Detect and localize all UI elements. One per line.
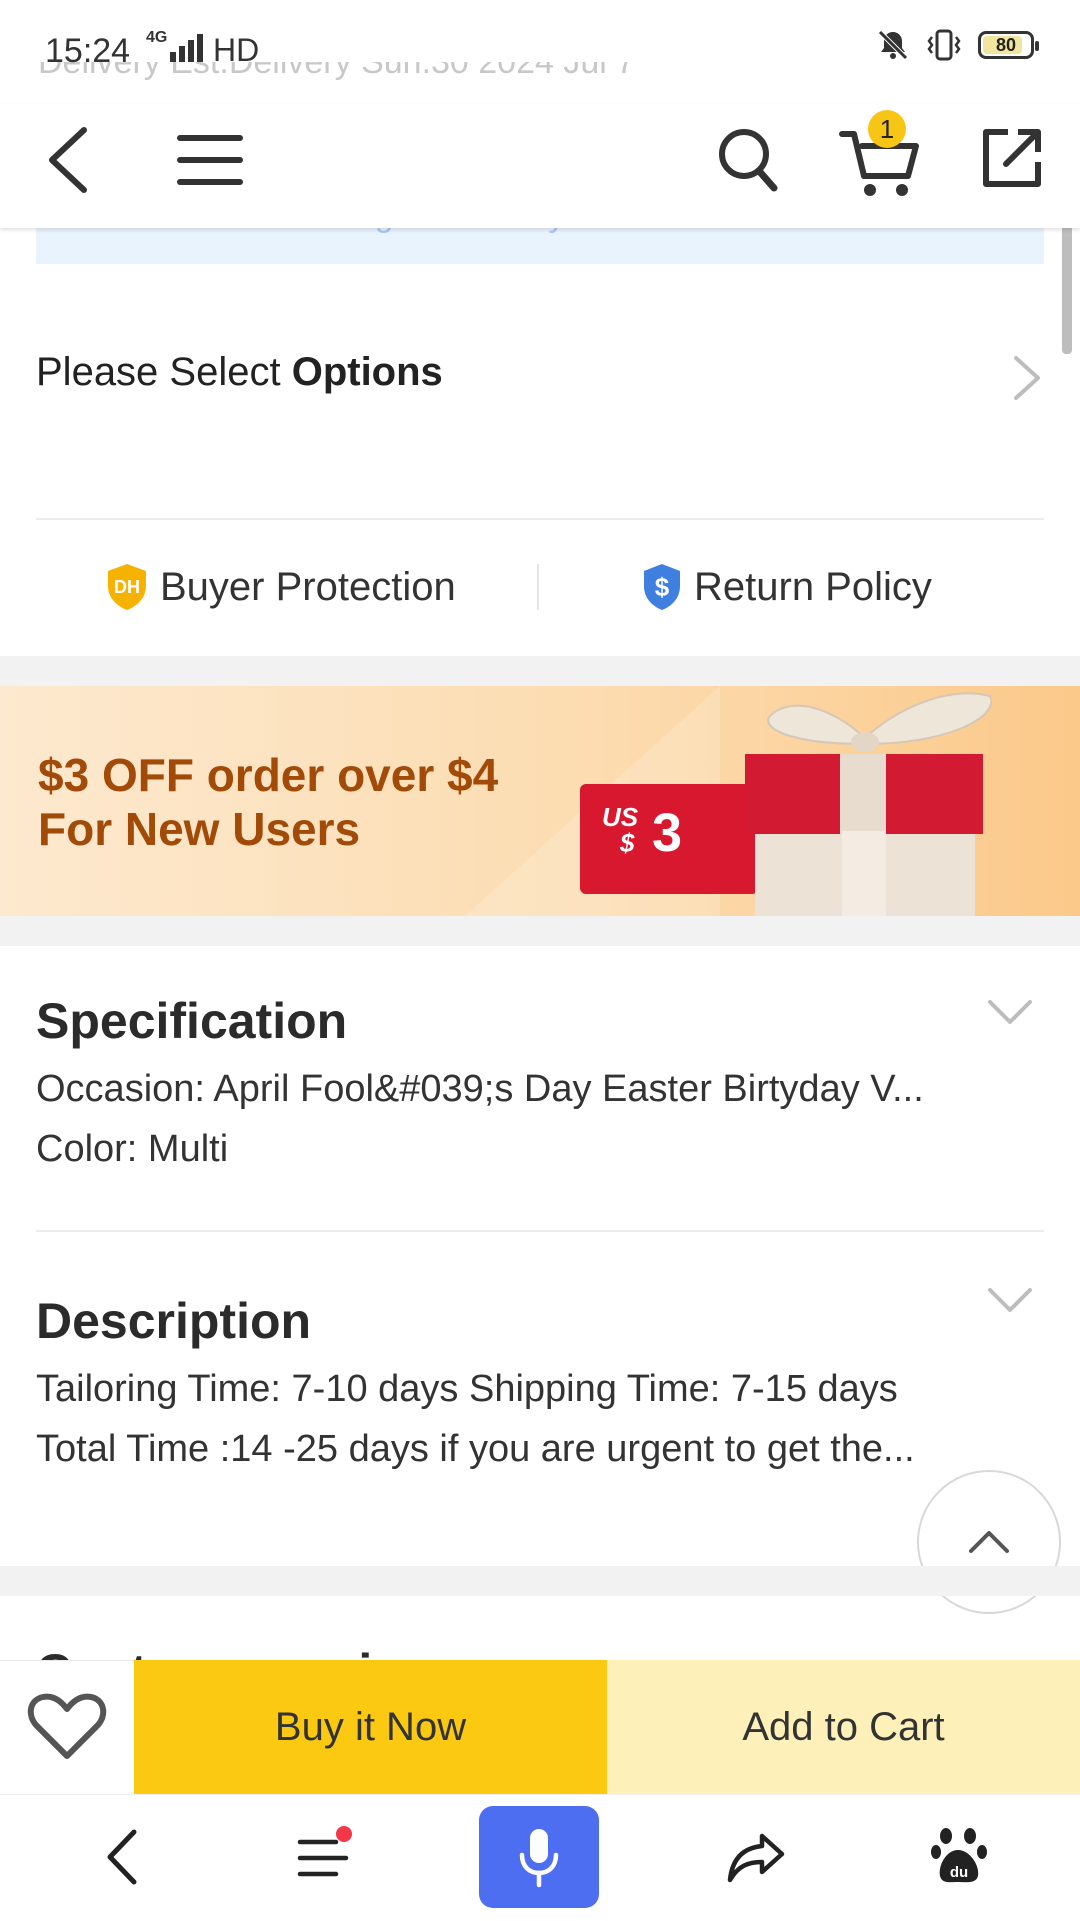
buyer-badge-text: DH — [114, 577, 140, 597]
network-type: 4G — [146, 29, 168, 46]
cart-count-badge: 1 — [868, 110, 906, 148]
baidu-paw-icon[interactable]: du — [930, 1826, 990, 1886]
return-policy-shield-icon: $ — [644, 564, 680, 610]
status-time: 15:24 — [45, 32, 131, 70]
description-line-1: Tailoring Time: 7-10 days Shipping Time:… — [36, 1368, 898, 1410]
coupon-amount: 3 — [652, 803, 683, 863]
chevron-down-icon[interactable] — [986, 1284, 1034, 1318]
top-header — [0, 104, 1080, 228]
svg-text:du: du — [950, 1864, 968, 1881]
gift-box-icon — [745, 692, 993, 916]
divider — [36, 1230, 1044, 1232]
signal-icon — [170, 34, 203, 62]
buy-now-button[interactable]: Buy it Now — [134, 1660, 607, 1794]
voice-search-button[interactable] — [479, 1806, 599, 1908]
buyer-protection-link[interactable]: DH Buyer Protection — [104, 562, 456, 612]
heart-icon — [27, 1693, 107, 1759]
hd-indicator: HD — [213, 32, 260, 68]
menu-icon[interactable] — [176, 132, 244, 188]
page-scrollbar[interactable] — [1062, 212, 1072, 354]
browser-menu-icon[interactable] — [296, 1836, 350, 1882]
description-line-2: Total Time :14 -25 days if you are urgen… — [36, 1428, 915, 1470]
notification-dot — [336, 1826, 352, 1842]
options-emphasis: Options — [291, 350, 443, 394]
browser-back-icon[interactable] — [102, 1826, 142, 1888]
back-arrow-icon[interactable] — [44, 124, 94, 196]
section-gap — [0, 656, 1080, 686]
section-gap — [0, 916, 1080, 946]
select-options-row[interactable]: Please Select Options — [36, 350, 1044, 404]
svg-text:$: $ — [655, 572, 670, 602]
status-right-icons: 80 — [876, 28, 1039, 62]
chevron-down-icon[interactable] — [986, 996, 1034, 1030]
add-to-cart-button[interactable]: Add to Cart — [607, 1660, 1080, 1794]
faded-delivery-text: Delivery Est.Delivery Sun.30 2024 Jul 7 — [38, 62, 636, 81]
search-icon[interactable] — [716, 124, 780, 196]
divider — [36, 518, 1044, 520]
share-external-icon[interactable] — [980, 126, 1044, 190]
protection-separator — [537, 564, 539, 610]
microphone-icon — [519, 1829, 559, 1888]
return-policy-label: Return Policy — [694, 564, 932, 609]
chevron-right-icon[interactable] — [1010, 354, 1044, 402]
buyer-protection-icon: DH — [108, 564, 146, 610]
mute-bell-icon — [878, 30, 908, 60]
battery-icon: 80 — [978, 31, 1039, 59]
protection-row: DH Buyer Protection $ Return Policy — [0, 548, 1080, 628]
battery-level: 80 — [995, 34, 1017, 55]
wishlist-button[interactable] — [0, 1660, 134, 1794]
options-prefix: Please Select — [36, 350, 292, 394]
spec-line-occasion: Occasion: April Fool&#039;s Day Easter B… — [36, 1068, 924, 1110]
description-title[interactable]: Description — [36, 1292, 311, 1350]
promo-headline: $3 OFF order over $4 — [38, 749, 499, 801]
coupon-currency: US $ — [602, 802, 639, 858]
spec-line-color: Color: Multi — [36, 1128, 229, 1170]
promo-subline: For New Users — [38, 803, 361, 855]
buyer-protection-label: Buyer Protection — [160, 564, 456, 609]
section-gap — [0, 1566, 1080, 1596]
vibrate-icon — [927, 29, 961, 61]
specification-title[interactable]: Specification — [36, 992, 347, 1050]
chevron-up-icon — [969, 1531, 1009, 1553]
browser-share-icon[interactable] — [726, 1830, 786, 1886]
return-policy-link[interactable]: $ Return Policy — [640, 562, 932, 612]
